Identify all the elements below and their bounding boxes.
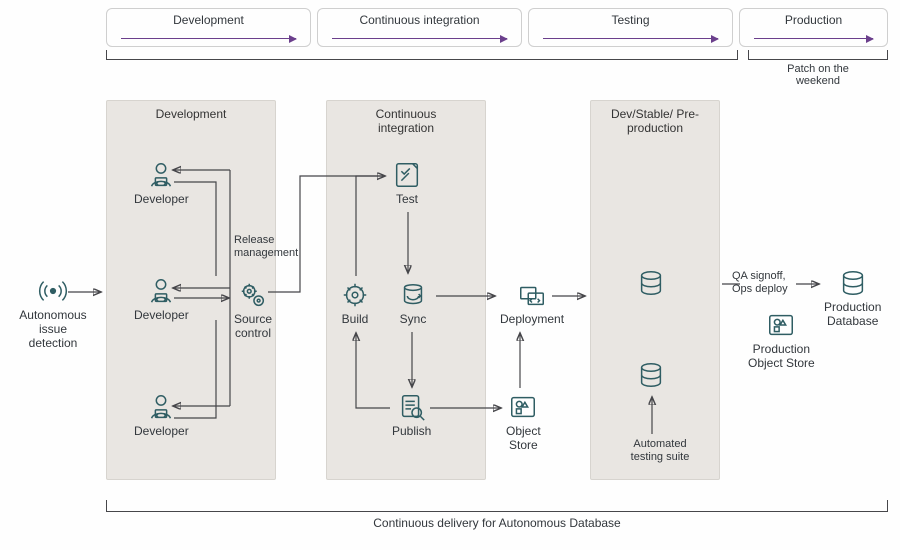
node-label: Developer [134,309,189,323]
phase-label: Development [173,13,244,27]
test-icon [392,160,422,190]
database-icon [636,360,666,390]
node-developer-3: Developer [134,392,189,439]
node-label: Publish [392,425,431,439]
band-title: Dev/Stable/ Pre-production [599,107,711,135]
phase-ci: Continuous integration [317,8,522,47]
node-production-database: Production Database [824,268,881,329]
node-label: Deployment [500,313,564,327]
node-preprod-db-1 [636,268,666,298]
phase-development: Development [106,8,311,47]
build-icon [340,280,370,310]
node-publish: Publish [392,392,431,439]
caption-release-mgmt: Release management [234,234,298,259]
node-label: Developer [134,425,189,439]
developer-icon [146,276,176,306]
caption-qa-signoff: QA signoff, Ops deploy [732,270,788,295]
arrow-icon [543,38,718,39]
node-deployment: Deployment [500,280,564,327]
database-icon [838,268,868,298]
node-production-object-store: Production Object Store [748,310,815,371]
node-preprod-db-2 [636,360,666,390]
arrow-icon [121,38,296,39]
node-label: Object Store [506,425,541,453]
node-label: Production Object Store [748,343,815,371]
caption-patch-weekend: Patch on the weekend [748,63,888,87]
object-store-icon [766,310,796,340]
node-build: Build [340,280,370,327]
bracket-bottom [106,500,888,512]
developer-icon [146,392,176,422]
band-title: Development [115,107,267,121]
band-title: Continuous integration [351,107,461,135]
node-label: Sync [400,313,427,327]
node-test: Test [392,160,422,207]
node-sync: Sync [398,280,428,327]
phase-label: Production [785,13,842,27]
caption-automated-testing: Automated testing suite [620,438,700,463]
phase-row: Development Continuous integration Testi… [106,8,888,47]
arrow-icon [754,38,873,39]
object-store-icon [508,392,538,422]
phase-label: Testing [611,13,649,27]
node-developer-2: Developer [134,276,189,323]
node-label: Autonomous issue detection [19,309,86,350]
gears-icon [238,280,268,310]
node-label: Test [396,193,418,207]
node-label: Developer [134,193,189,207]
node-label: Build [342,313,369,327]
bracket-top-right [748,50,888,60]
phase-testing: Testing [528,8,733,47]
database-sync-icon [398,280,428,310]
bracket-top-left [106,50,738,60]
deployment-icon [517,280,547,310]
developer-icon [146,160,176,190]
signal-icon [38,276,68,306]
node-label: Production Database [824,301,881,329]
arrow-icon [332,38,507,39]
document-search-icon [397,392,427,422]
node-autonomous-issue-detection: Autonomous issue detection [8,276,98,350]
node-source-control: Source control [234,280,272,341]
phase-label: Continuous integration [359,13,479,27]
caption-bottom: Continuous delivery for Autonomous Datab… [106,516,888,530]
phase-production: Production [739,8,888,47]
node-developer-1: Developer [134,160,189,207]
database-icon [636,268,666,298]
node-object-store: Object Store [506,392,541,453]
node-label: Source control [234,313,272,341]
